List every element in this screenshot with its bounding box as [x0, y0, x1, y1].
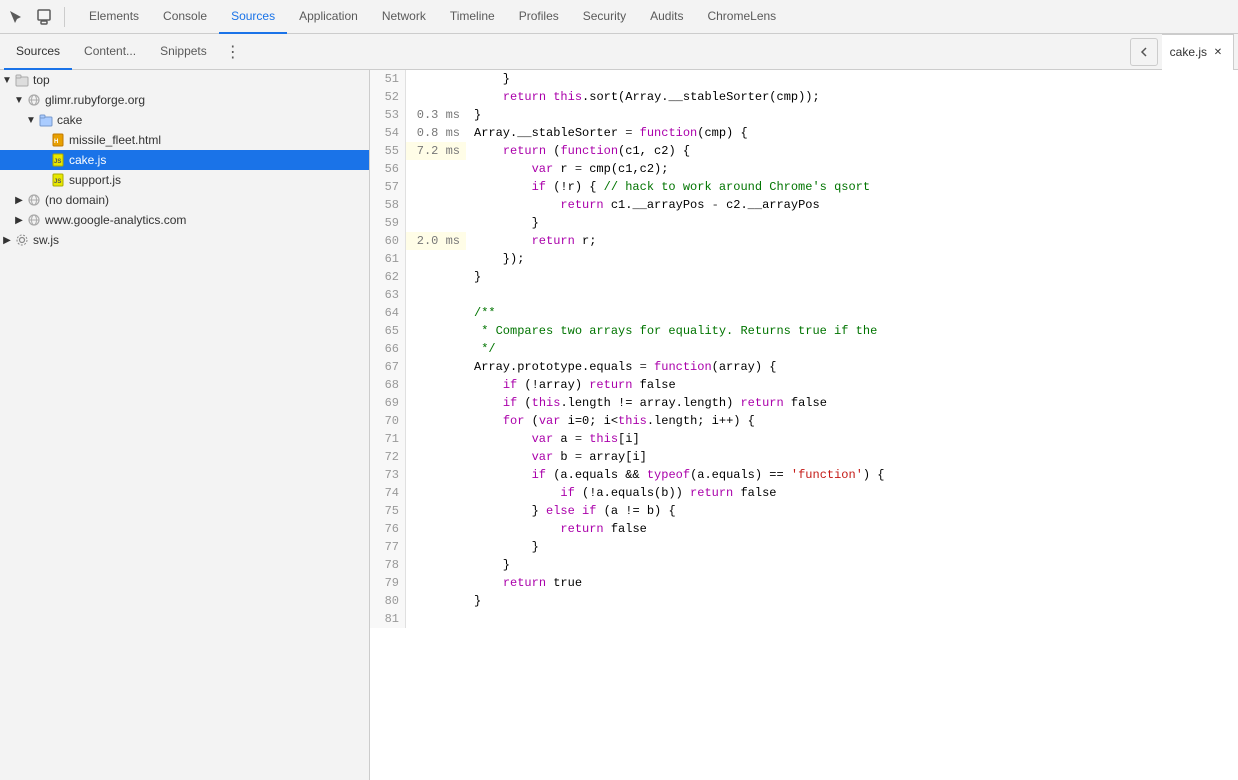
gear-icon-swjs — [14, 232, 30, 248]
device-icon[interactable] — [32, 5, 56, 29]
code-line-56: 56 var r = cmp(c1,c2); — [370, 160, 1238, 178]
code-line-58: 58 return c1.__arrayPos - c2.__arrayPos — [370, 196, 1238, 214]
code-line-54: 54 0.8 ms Array.__stableSorter = functio… — [370, 124, 1238, 142]
code-line-60: 60 2.0 ms return r; — [370, 232, 1238, 250]
tree-label-swjs: sw.js — [33, 233, 59, 247]
top-nav-bar: Elements Console Sources Application Net… — [0, 0, 1238, 34]
code-content: 51 } 52 return this.sort(Array.__stableS… — [370, 70, 1238, 780]
code-line-79: 79 return true — [370, 574, 1238, 592]
tab-timeline[interactable]: Timeline — [438, 0, 507, 34]
tree-label-support: support.js — [69, 173, 121, 187]
code-line-74: 74 if (!a.equals(b)) return false — [370, 484, 1238, 502]
code-line-66: 66 */ — [370, 340, 1238, 358]
tree-label-cake: cake — [57, 113, 82, 127]
tree-item-cakejs[interactable]: ▶ JS cake.js — [0, 150, 369, 170]
code-line-61: 61 }); — [370, 250, 1238, 268]
arrow-glimr: ▼ — [12, 95, 26, 106]
tree-item-top[interactable]: ▼ top — [0, 70, 369, 90]
tree-label-missile: missile_fleet.html — [69, 133, 161, 147]
tab-profiles[interactable]: Profiles — [507, 0, 571, 34]
code-line-63: 63 — [370, 286, 1238, 304]
navigate-back-button[interactable] — [1130, 38, 1158, 66]
code-line-57: 57 if (!r) { // hack to work around Chro… — [370, 178, 1238, 196]
code-line-78: 78 } — [370, 556, 1238, 574]
arrow-top: ▼ — [0, 75, 14, 86]
code-line-80: 80 } — [370, 592, 1238, 610]
code-line-72: 72 var b = array[i] — [370, 448, 1238, 466]
code-line-77: 77 } — [370, 538, 1238, 556]
code-line-59: 59 } — [370, 214, 1238, 232]
code-line-55: 55 7.2 ms return (function(c1, c2) { — [370, 142, 1238, 160]
tab-chromelens[interactable]: ChromeLens — [695, 0, 788, 34]
svg-text:H: H — [54, 139, 58, 145]
tree-item-nodomain[interactable]: ▶ (no domain) — [0, 190, 369, 210]
file-tab-cakejs[interactable]: cake.js ✕ — [1162, 34, 1234, 70]
code-line-53: 53 0.3 ms } — [370, 106, 1238, 124]
domain-icon-google — [26, 212, 42, 228]
code-line-70: 70 for (var i=0; i<this.length; i++) { — [370, 412, 1238, 430]
arrow-swjs: ▶ — [0, 235, 14, 246]
tree-item-glimr[interactable]: ▼ glimr.rubyforge.org — [0, 90, 369, 110]
tree-label-google: www.google-analytics.com — [45, 213, 186, 227]
more-tabs-button[interactable]: ⋮ — [219, 38, 247, 66]
code-line-69: 69 if (this.length != array.length) retu… — [370, 394, 1238, 412]
tree-item-cake[interactable]: ▼ cake — [0, 110, 369, 130]
tab-audits[interactable]: Audits — [638, 0, 695, 34]
file-tree-sidebar: ▼ top ▼ glimr.rubyforge.org ▼ cake — [0, 70, 370, 780]
html-icon-missile: H — [50, 132, 66, 148]
code-line-68: 68 if (!array) return false — [370, 376, 1238, 394]
tree-item-support[interactable]: ▶ JS support.js — [0, 170, 369, 190]
svg-text:JS: JS — [54, 159, 61, 165]
folder-icon-top — [14, 72, 30, 88]
subtab-sources[interactable]: Sources — [4, 34, 72, 70]
tree-label-cakejs: cake.js — [69, 153, 106, 167]
arrow-google: ▶ — [12, 215, 26, 226]
arrow-cake: ▼ — [24, 115, 38, 126]
nav-tabs: Elements Console Sources Application Net… — [77, 0, 788, 33]
code-line-51: 51 } — [370, 70, 1238, 88]
tab-elements[interactable]: Elements — [77, 0, 151, 34]
cursor-icon[interactable] — [4, 5, 28, 29]
js-icon-cakejs: JS — [50, 152, 66, 168]
devtools-icons — [4, 5, 69, 29]
main-layout: ▼ top ▼ glimr.rubyforge.org ▼ cake — [0, 70, 1238, 780]
svg-text:JS: JS — [54, 179, 61, 185]
tree-label-top: top — [33, 73, 50, 87]
code-line-64: 64 /** — [370, 304, 1238, 322]
tree-label-glimr: glimr.rubyforge.org — [45, 93, 145, 107]
code-line-67: 67 Array.prototype.equals = function(arr… — [370, 358, 1238, 376]
tree-item-missile[interactable]: ▶ H missile_fleet.html — [0, 130, 369, 150]
tab-security[interactable]: Security — [571, 0, 638, 34]
code-editor[interactable]: 51 } 52 return this.sort(Array.__stableS… — [370, 70, 1238, 780]
tree-label-nodomain: (no domain) — [45, 193, 109, 207]
code-line-76: 76 return false — [370, 520, 1238, 538]
js-icon-support: JS — [50, 172, 66, 188]
domain-icon-nodomain — [26, 192, 42, 208]
tab-sources[interactable]: Sources — [219, 0, 287, 34]
code-line-52: 52 return this.sort(Array.__stableSorter… — [370, 88, 1238, 106]
tab-application[interactable]: Application — [287, 0, 370, 34]
domain-icon-glimr — [26, 92, 42, 108]
close-file-tab-button[interactable]: ✕ — [1211, 45, 1225, 59]
tab-network[interactable]: Network — [370, 0, 438, 34]
nav-divider — [64, 7, 65, 27]
tree-item-google[interactable]: ▶ www.google-analytics.com — [0, 210, 369, 230]
file-tab-label: cake.js — [1170, 45, 1207, 59]
code-line-73: 73 if (a.equals && typeof(a.equals) == '… — [370, 466, 1238, 484]
code-line-71: 71 var a = this[i] — [370, 430, 1238, 448]
code-line-62: 62 } — [370, 268, 1238, 286]
folder-icon-cake — [38, 112, 54, 128]
subtab-content[interactable]: Content... — [72, 34, 148, 70]
sub-tab-bar: Sources Content... Snippets ⋮ cake.js ✕ — [0, 34, 1238, 70]
tab-console[interactable]: Console — [151, 0, 219, 34]
subtab-snippets[interactable]: Snippets — [148, 34, 219, 70]
code-line-81: 81 — [370, 610, 1238, 628]
arrow-nodomain: ▶ — [12, 195, 26, 206]
code-line-75: 75 } else if (a != b) { — [370, 502, 1238, 520]
tree-item-swjs[interactable]: ▶ sw.js — [0, 230, 369, 250]
code-line-65: 65 * Compares two arrays for equality. R… — [370, 322, 1238, 340]
